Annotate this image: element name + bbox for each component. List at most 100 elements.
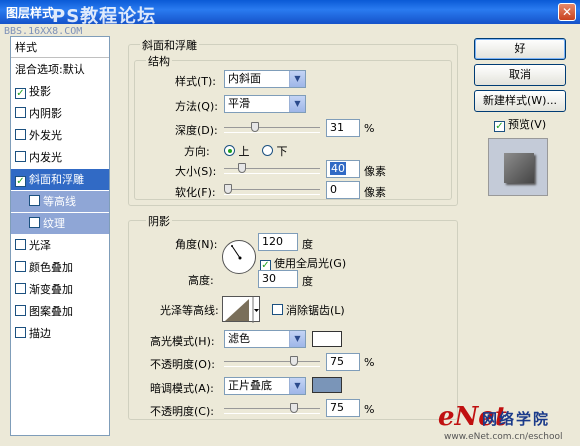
highlight-opacity-slider[interactable]	[224, 356, 320, 367]
depth-slider[interactable]	[224, 122, 320, 133]
close-icon: ✕	[561, 5, 573, 19]
checkbox-icon[interactable]	[15, 327, 26, 338]
texture-item[interactable]: 纹理	[11, 213, 109, 234]
highlight-opacity-label: 不透明度(O):	[150, 358, 215, 371]
soften-input[interactable]: 0	[326, 181, 360, 199]
checkbox-icon[interactable]	[272, 304, 283, 315]
soften-label: 软化(F):	[175, 186, 216, 199]
radio-icon[interactable]	[262, 145, 273, 156]
shading-title: 阴影	[146, 213, 172, 229]
soften-slider-thumb[interactable]	[224, 184, 232, 194]
shadow-mode-label: 暗调模式(A):	[150, 382, 214, 395]
gloss-contour-label: 光泽等高线:	[160, 304, 219, 317]
drop-shadow-item[interactable]: ✓ 投影	[11, 81, 109, 102]
shadow-color-swatch[interactable]	[312, 377, 342, 393]
blending-options-item[interactable]: 混合选项:默认	[11, 59, 109, 80]
technique-label: 方法(Q):	[175, 100, 218, 113]
structure-title: 结构	[146, 53, 172, 69]
highlight-mode-select[interactable]: 滤色 ▼	[224, 330, 306, 348]
size-slider-thumb[interactable]	[238, 163, 247, 173]
checkbox-icon[interactable]	[15, 239, 26, 250]
checkbox-icon[interactable]	[15, 129, 26, 140]
radio-selected-icon[interactable]	[224, 145, 235, 156]
chevron-down-icon: ▼	[289, 71, 305, 87]
preview-square	[504, 153, 534, 183]
new-style-button[interactable]: 新建样式(W)...	[474, 90, 566, 112]
size-label: 大小(S):	[175, 165, 217, 178]
angle-dial-icon	[231, 245, 242, 260]
enet-url: www.eNet.com.cn/eschool	[444, 432, 563, 442]
global-light-checkbox[interactable]: ✓ 使用全局光(G)	[260, 255, 346, 271]
style-preview	[488, 138, 548, 196]
altitude-label: 高度:	[188, 274, 214, 287]
contour-item[interactable]: 等高线	[11, 191, 109, 212]
shadow-opacity-slider[interactable]	[224, 403, 320, 414]
pattern-overlay-item[interactable]: 图案叠加	[11, 301, 109, 322]
chevron-down-icon: ▼	[289, 331, 305, 347]
stroke-item[interactable]: 描边	[11, 323, 109, 344]
soften-slider[interactable]	[224, 184, 320, 195]
highlight-opacity-unit: %	[364, 356, 375, 369]
watermark-forum: PS教程论坛	[52, 6, 157, 27]
checkbox-icon[interactable]	[29, 217, 40, 228]
direction-up-option[interactable]: 上	[224, 143, 250, 159]
close-button[interactable]: ✕	[558, 3, 576, 21]
chevron-down-icon: ▼	[289, 378, 305, 394]
size-slider[interactable]	[224, 163, 320, 174]
shadow-opacity-input[interactable]: 75	[326, 399, 360, 417]
outer-glow-item[interactable]: 外发光	[11, 125, 109, 146]
altitude-input[interactable]: 30	[258, 270, 298, 288]
checkbox-icon[interactable]	[15, 261, 26, 272]
enet-logo-text: 网络学院	[482, 410, 551, 428]
color-overlay-item[interactable]: 颜色叠加	[11, 257, 109, 278]
anti-aliased-checkbox[interactable]: 消除锯齿(L)	[272, 302, 345, 318]
title-bar: 图层样式 PS教程论坛 ✕	[0, 0, 580, 27]
satin-item[interactable]: 光泽	[11, 235, 109, 256]
shadow-opacity-unit: %	[364, 403, 375, 416]
angle-input[interactable]: 120	[258, 233, 298, 251]
inner-glow-item[interactable]: 内发光	[11, 147, 109, 168]
highlight-mode-label: 高光模式(H):	[150, 335, 215, 348]
preview-checkbox[interactable]: ✓ 预览(V)	[494, 116, 546, 132]
depth-slider-thumb[interactable]	[251, 122, 260, 132]
checkbox-icon[interactable]	[29, 195, 40, 206]
checkbox-icon[interactable]	[15, 107, 26, 118]
style-select[interactable]: 内斜面 ▼	[224, 70, 306, 88]
altitude-unit: 度	[302, 275, 313, 288]
angle-label: 角度(N):	[175, 238, 218, 251]
shadow-opacity-thumb[interactable]	[290, 403, 298, 413]
highlight-opacity-input[interactable]: 75	[326, 353, 360, 371]
size-unit: 像素	[364, 165, 386, 178]
angle-dial[interactable]	[222, 240, 256, 274]
bevel-emboss-item[interactable]: ✓ 斜面和浮雕	[11, 169, 109, 190]
shadow-mode-select[interactable]: 正片叠底 ▼	[224, 377, 306, 395]
cancel-button[interactable]: 取消	[474, 64, 566, 86]
checkbox-icon[interactable]	[15, 305, 26, 316]
window-title: 图层样式	[6, 6, 55, 20]
checkbox-icon[interactable]: ✓	[15, 88, 26, 99]
direction-label: 方向:	[184, 145, 210, 158]
angle-unit: 度	[302, 238, 313, 251]
gloss-contour-picker[interactable]	[222, 296, 260, 323]
ok-button[interactable]: 好	[474, 38, 566, 60]
checkbox-icon[interactable]: ✓	[494, 121, 505, 132]
technique-select[interactable]: 平滑 ▼	[224, 95, 306, 113]
depth-label: 深度(D):	[175, 124, 218, 137]
depth-unit: %	[364, 122, 375, 135]
checkbox-icon[interactable]: ✓	[15, 176, 26, 187]
styles-header[interactable]: 样式	[11, 37, 109, 58]
checkbox-icon[interactable]	[15, 283, 26, 294]
layer-style-dialog: 图层样式 PS教程论坛 ✕ BBS.16XX8.COM 样式 混合选项:默认 ✓…	[0, 0, 580, 446]
highlight-opacity-thumb[interactable]	[290, 356, 298, 366]
direction-down-option[interactable]: 下	[262, 143, 288, 159]
style-label: 样式(T):	[175, 75, 217, 88]
gradient-overlay-item[interactable]: 渐变叠加	[11, 279, 109, 300]
soften-unit: 像素	[364, 186, 386, 199]
highlight-color-swatch[interactable]	[312, 331, 342, 347]
checkbox-icon[interactable]	[15, 151, 26, 162]
inner-shadow-item[interactable]: 内阴影	[11, 103, 109, 124]
depth-input[interactable]: 31	[326, 119, 360, 137]
chevron-down-icon: ▼	[289, 96, 305, 112]
size-input[interactable]: 40	[326, 160, 360, 178]
bevel-section-title: 斜面和浮雕	[140, 37, 199, 53]
